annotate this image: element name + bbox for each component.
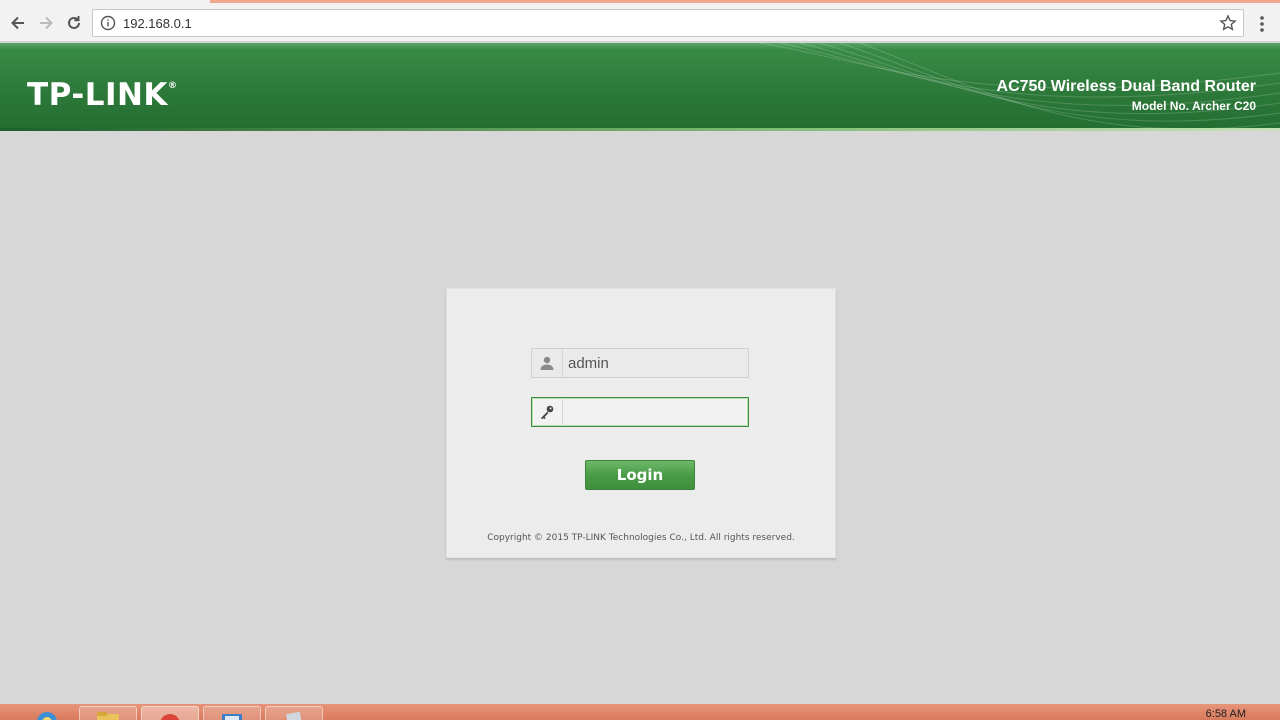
- taskbar-clock[interactable]: 6:58 AM: [1206, 708, 1246, 720]
- back-button[interactable]: [7, 12, 29, 34]
- registered-mark: ®: [167, 81, 178, 91]
- router-header-banner: TP-LINK® AC750 Wireless Dual Band Router…: [0, 43, 1280, 131]
- copyright-text: Copyright © 2015 TP-LINK Technologies Co…: [487, 533, 795, 543]
- taskbar-item-chrome[interactable]: [141, 706, 199, 720]
- system-tray[interactable]: [1126, 714, 1186, 720]
- notepad-icon: [286, 711, 303, 720]
- banner-bottom-line: [0, 128, 1280, 131]
- info-icon[interactable]: [100, 15, 116, 31]
- url-text[interactable]: 192.168.0.1: [123, 16, 192, 31]
- username-input[interactable]: [564, 349, 748, 377]
- username-icon-box: [532, 349, 563, 377]
- password-input[interactable]: [564, 398, 748, 426]
- key-icon: [541, 405, 554, 420]
- user-icon: [540, 356, 554, 370]
- taskbar-item-screen-capture[interactable]: [203, 706, 261, 720]
- forward-button[interactable]: [35, 12, 57, 34]
- username-field[interactable]: [531, 348, 749, 378]
- product-name: AC750 Wireless Dual Band Router: [996, 78, 1256, 95]
- taskbar-item-file-explorer[interactable]: [79, 706, 137, 720]
- address-bar[interactable]: 192.168.0.1: [92, 9, 1244, 37]
- logo-text: TP-LINK: [27, 77, 168, 113]
- file-explorer-icon: [97, 712, 119, 720]
- password-field[interactable]: [531, 397, 749, 427]
- tp-link-logo: TP-LINK®: [27, 77, 177, 113]
- start-button[interactable]: [18, 706, 76, 720]
- taskbar-item-notepad[interactable]: [265, 706, 323, 720]
- menu-dots-icon[interactable]: [1254, 14, 1270, 34]
- windows-taskbar: 6:58 AM: [0, 704, 1280, 720]
- password-icon-box: [532, 398, 563, 426]
- model-number: Model No. Archer C20: [1131, 99, 1256, 113]
- login-button[interactable]: Login: [585, 460, 695, 490]
- forward-arrow-icon: [40, 16, 53, 30]
- browser-toolbar: 192.168.0.1: [0, 4, 1280, 42]
- login-panel: Login Copyright © 2015 TP-LINK Technolog…: [446, 288, 836, 558]
- screen-capture-icon: [222, 714, 242, 720]
- reload-button[interactable]: [63, 12, 85, 34]
- back-arrow-icon: [11, 16, 24, 30]
- active-tab-edge[interactable]: [210, 0, 1280, 3]
- star-icon[interactable]: [1219, 14, 1237, 32]
- chrome-icon: [160, 714, 180, 720]
- internet-explorer-icon: [37, 712, 57, 720]
- reload-icon: [68, 16, 80, 29]
